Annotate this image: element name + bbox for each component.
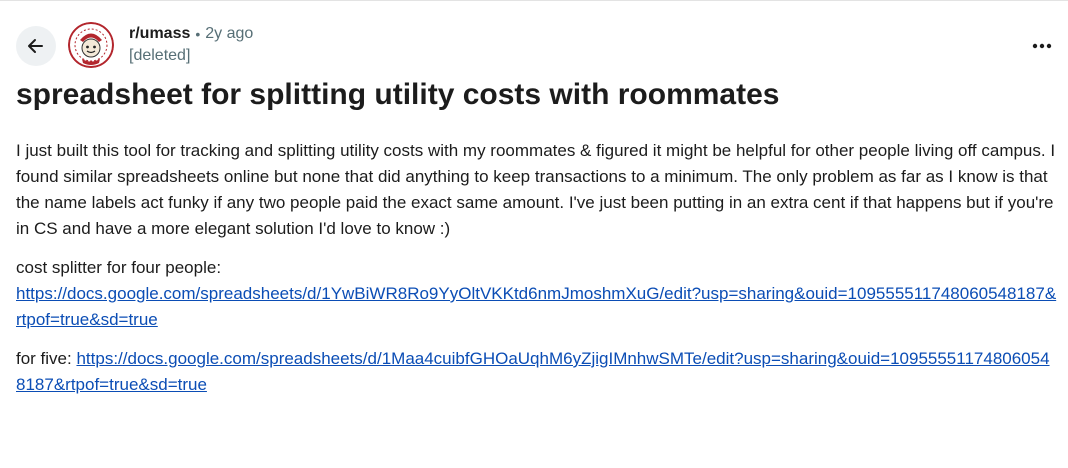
- four-people-link[interactable]: https://docs.google.com/spreadsheets/d/1…: [16, 284, 1056, 329]
- post-author: [deleted]: [129, 47, 191, 64]
- back-button[interactable]: [16, 26, 56, 66]
- five-people-label: for five:: [16, 349, 77, 368]
- five-people-link[interactable]: https://docs.google.com/spreadsheets/d/1…: [16, 349, 1050, 394]
- subreddit-avatar-icon: [68, 22, 114, 68]
- post-paragraph-four: cost splitter for four people: https://d…: [16, 255, 1058, 333]
- post-meta: r/umass • 2y ago [deleted]: [129, 24, 253, 66]
- arrow-left-icon: [28, 39, 43, 53]
- post-header: r/umass • 2y ago [deleted]: [0, 0, 1068, 80]
- subreddit-name[interactable]: r/umass: [129, 24, 190, 44]
- post-body: I just built this tool for tracking and …: [16, 138, 1058, 411]
- overflow-menu-button[interactable]: [1024, 34, 1060, 58]
- subreddit-avatar[interactable]: [68, 22, 114, 68]
- post-paragraph-five: for five: https://docs.google.com/spread…: [16, 346, 1058, 398]
- meta-separator: •: [195, 26, 201, 42]
- more-horizontal-icon: [1032, 43, 1052, 49]
- post-age: 2y ago: [205, 25, 254, 42]
- post-paragraph-intro: I just built this tool for tracking and …: [16, 141, 1056, 238]
- post-title: spreadsheet for splitting utility costs …: [16, 78, 780, 111]
- four-people-label: cost splitter for four people:: [16, 258, 222, 277]
